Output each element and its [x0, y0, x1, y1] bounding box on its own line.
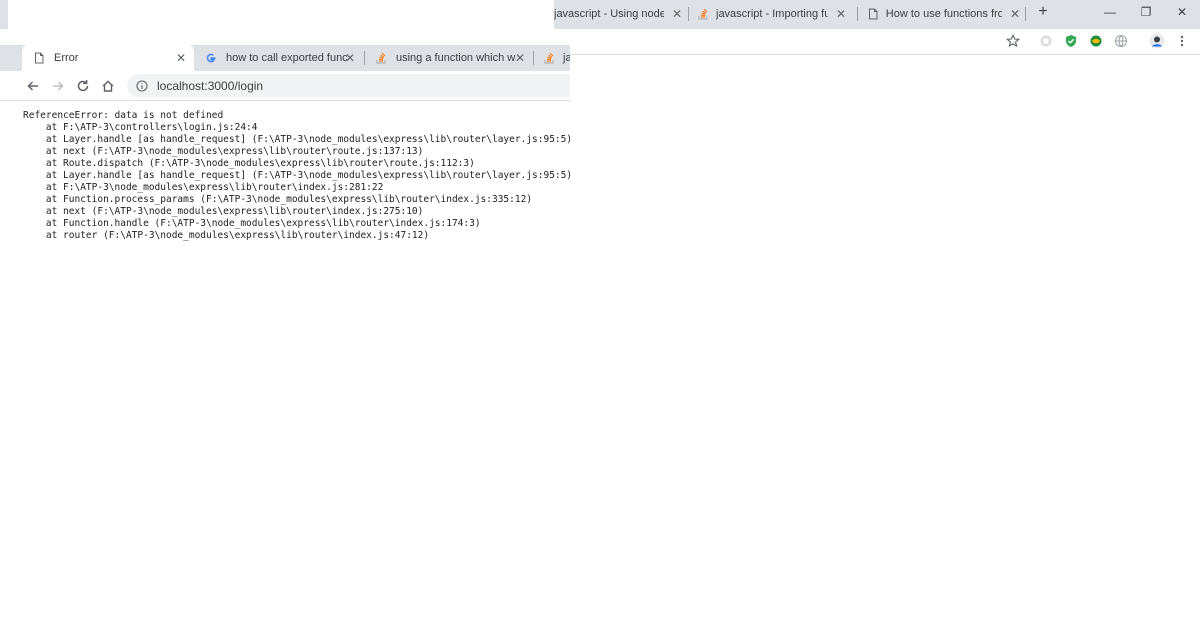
- tab-using-a-function[interactable]: using a function which was in ✕: [364, 45, 533, 71]
- back-arrow-icon: [27, 81, 38, 91]
- new-tab-button[interactable]: +: [1034, 2, 1052, 22]
- foreground-browser-window: Error ✕ how to call exported function ✕ …: [0, 0, 570, 102]
- globe-icon[interactable]: [1112, 32, 1130, 50]
- forward-button[interactable]: [48, 76, 68, 96]
- reload-button[interactable]: [73, 76, 93, 96]
- reload-icon: [77, 80, 89, 92]
- tab-google-search[interactable]: how to call exported function ✕: [194, 45, 363, 71]
- tab-label: jav: [563, 52, 570, 64]
- avatar[interactable]: [1148, 32, 1166, 50]
- window-title-area: [8, 0, 554, 45]
- page-icon: [866, 7, 880, 21]
- close-icon[interactable]: ✕: [672, 7, 682, 21]
- stack-line: at router (F:\ATP-3\node_modules\express…: [23, 230, 430, 241]
- window-corner: [0, 0, 8, 27]
- tab-label: javascript - Importing functic: [716, 8, 828, 20]
- stack-line: at F:\ATP-3\node_modules\express\lib\rou…: [23, 182, 384, 193]
- menu-icon[interactable]: [1173, 32, 1191, 50]
- close-icon[interactable]: ✕: [515, 51, 525, 65]
- back-button[interactable]: [23, 76, 43, 96]
- close-icon[interactable]: ✕: [1010, 7, 1020, 21]
- stack-line: at Layer.handle [as handle_request] (F:\…: [23, 134, 573, 145]
- tab-separator: [857, 7, 858, 21]
- close-icon[interactable]: ✕: [345, 51, 355, 65]
- google-icon: [204, 51, 218, 65]
- tab-separator: [1025, 7, 1026, 21]
- stackoverflow-icon: [374, 51, 388, 65]
- bg-tab-how-to-use-functions[interactable]: How to use functions from a ✕: [866, 3, 1020, 25]
- tab-strip: Error ✕ how to call exported function ✕ …: [0, 45, 570, 71]
- extension-icon[interactable]: [1037, 32, 1055, 50]
- stack-line: at next (F:\ATP-3\node_modules\express\l…: [23, 206, 424, 217]
- tab-separator: [688, 7, 689, 21]
- info-icon[interactable]: [134, 78, 150, 94]
- tab-label: javascript - Using node mod: [554, 8, 664, 20]
- tab-label: How to use functions from a: [885, 8, 1002, 20]
- forward-arrow-icon: [53, 81, 64, 91]
- stackoverflow-icon: [696, 7, 710, 21]
- stack-line: at Function.handle (F:\ATP-3\node_module…: [23, 218, 481, 229]
- error-message: ReferenceError: data is not defined: [23, 110, 224, 121]
- tab-label: using a function which was in: [396, 52, 516, 64]
- stack-line: at Layer.handle [as handle_request] (F:\…: [23, 170, 573, 181]
- stack-line: at Route.dispatch (F:\ATP-3\node_modules…: [23, 158, 475, 169]
- tab-error[interactable]: Error ✕: [22, 45, 194, 71]
- address-bar[interactable]: localhost:3000/login: [127, 74, 570, 97]
- bg-tab-using-node-modules[interactable]: javascript - Using node mod ✕: [554, 3, 682, 25]
- page-icon: [32, 51, 46, 65]
- address-url: localhost:3000/login: [157, 78, 264, 93]
- minimize-button[interactable]: —: [1093, 0, 1127, 24]
- stackoverflow-icon: [543, 51, 555, 65]
- tab-javascript[interactable]: jav: [533, 45, 570, 71]
- close-icon[interactable]: ✕: [836, 7, 846, 21]
- toolbar: localhost:3000/login: [0, 71, 570, 101]
- star-icon[interactable]: [1004, 32, 1022, 50]
- error-stack-trace: ReferenceError: data is not defined at F…: [23, 110, 583, 242]
- restore-button[interactable]: ❐: [1129, 0, 1163, 24]
- close-icon[interactable]: ✕: [176, 51, 186, 65]
- shield-icon[interactable]: [1062, 32, 1080, 50]
- home-icon: [102, 80, 114, 92]
- stack-line: at next (F:\ATP-3\node_modules\express\l…: [23, 146, 424, 157]
- home-button[interactable]: [98, 76, 118, 96]
- tab-label: Error: [54, 52, 79, 64]
- close-window-button[interactable]: ✕: [1165, 0, 1199, 24]
- tab-label: how to call exported function: [226, 52, 348, 64]
- stack-line: at F:\ATP-3\controllers\login.js:24:4: [23, 122, 258, 133]
- stack-line: at Function.process_params (F:\ATP-3\nod…: [23, 194, 533, 205]
- extension-globe-icon[interactable]: [1087, 32, 1105, 50]
- bg-tab-importing-functions[interactable]: javascript - Importing functic ✕: [696, 3, 852, 25]
